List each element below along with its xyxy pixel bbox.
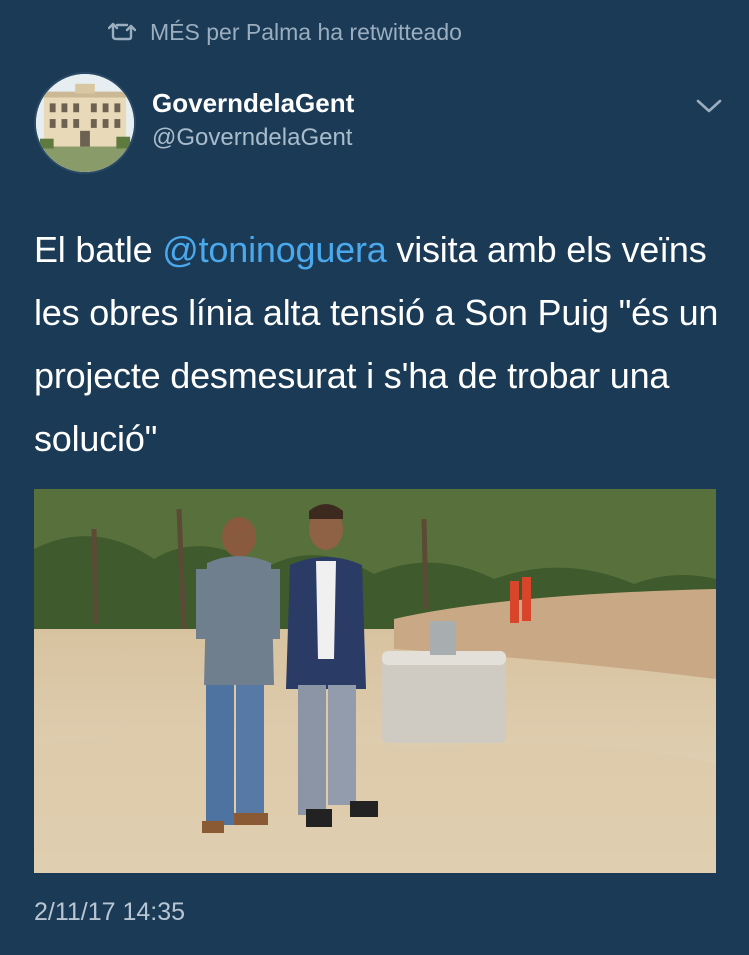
building-avatar [36,74,134,172]
tweet-photo[interactable] [34,489,716,873]
retweet-context[interactable]: MÉS per Palma ha retwitteado [108,16,462,48]
mention-link[interactable]: @toninoguera [162,229,387,270]
chevron-down-icon[interactable] [694,94,724,118]
user-handle[interactable]: @GoverndelaGent [152,122,354,154]
retweet-icon [108,21,136,43]
tweet-text: El batle @toninoguera visita amb els veï… [34,218,724,470]
avatar[interactable] [34,72,136,174]
tweet-text-start: El batle [34,229,163,270]
tweet-timestamp[interactable]: 2/11/17 14:35 [34,898,185,927]
retweet-label: MÉS per Palma ha retwitteado [150,18,462,45]
author-names[interactable]: GoverndelaGent @GoverndelaGent [152,86,354,154]
display-name[interactable]: GoverndelaGent [152,86,354,120]
tweet-header: GoverndelaGent @GoverndelaGent [34,72,724,176]
